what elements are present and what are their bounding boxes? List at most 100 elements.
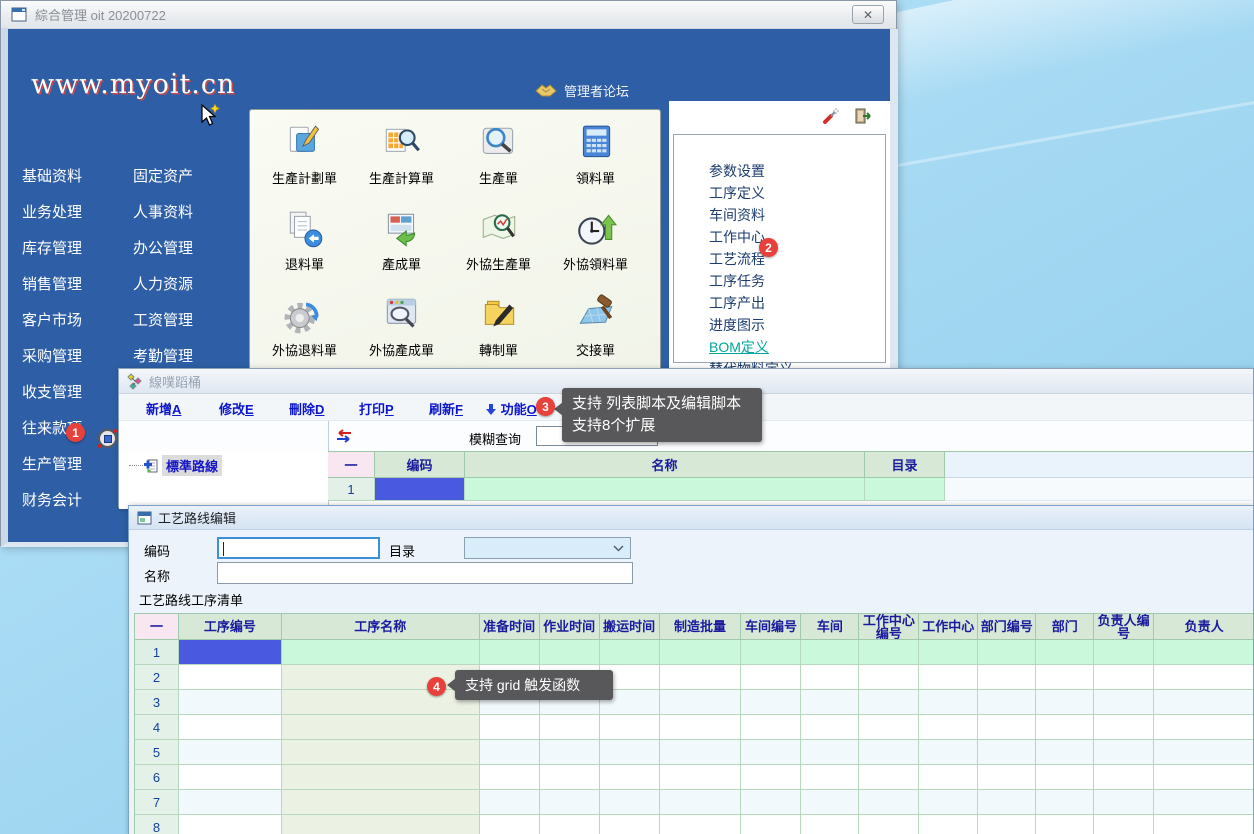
tile-production-plan[interactable]: 生產計劃單 [256,122,353,208]
grid-cell[interactable] [859,690,919,715]
grid-cell[interactable] [179,790,282,815]
grid-cell[interactable] [600,765,660,790]
grid-cell[interactable] [859,740,919,765]
grid-cell[interactable] [540,790,600,815]
column-header-operation-name[interactable]: 工序名称 [282,614,480,640]
sidebar-item-production[interactable]: 生产管理 [22,455,82,491]
column-header-index[interactable]: 一 [135,614,179,640]
grid-cell[interactable] [179,815,282,834]
grid-cell[interactable] [282,740,480,765]
grid-cell[interactable] [282,690,480,715]
grid-cell[interactable] [480,740,540,765]
grid-cell[interactable] [179,765,282,790]
grid-cell[interactable] [540,715,600,740]
grid-cell[interactable] [1154,715,1254,740]
grid-cell[interactable] [480,790,540,815]
grid-cell[interactable] [801,640,859,665]
dock-handle-button[interactable] [98,429,117,448]
grid-cell[interactable] [1154,665,1254,690]
grid-cell[interactable] [865,478,945,501]
grid-cell[interactable] [919,740,978,765]
tile-product-completion[interactable]: 產成單 [353,208,450,294]
grid-cell[interactable] [1094,790,1154,815]
row-number-cell[interactable]: 8 [135,815,179,834]
grid-cell[interactable] [282,765,480,790]
grid-cell[interactable] [801,690,859,715]
column-header-transport-time[interactable]: 搬运时间 [600,614,660,640]
grid-cell[interactable] [540,815,600,834]
grid-cell[interactable] [1154,815,1254,834]
grid-cell[interactable] [919,640,978,665]
grid-cell[interactable] [600,640,660,665]
sidebar-item-customer-market[interactable]: 客户市场 [22,311,82,347]
row-number-cell[interactable]: 7 [135,790,179,815]
column-header-directory[interactable]: 目录 [865,452,945,478]
sidebar-item-basic-data[interactable]: 基础资料 [22,167,82,203]
grid-cell[interactable] [1094,640,1154,665]
grid-cell[interactable] [859,815,919,834]
grid-cell[interactable] [978,665,1036,690]
name-input[interactable] [217,562,633,584]
grid-cell[interactable] [978,640,1036,665]
grid-cell[interactable] [600,790,660,815]
grid-cell[interactable] [282,815,480,834]
grid-cell[interactable] [660,690,742,715]
grid-cell[interactable] [1094,815,1154,834]
column-header-work-time[interactable]: 作业时间 [540,614,600,640]
grid-cell[interactable] [282,790,480,815]
grid-cell[interactable] [480,715,540,740]
tile-outsource-requisition[interactable]: 外協領料單 [547,208,644,294]
grid-cell[interactable] [978,690,1036,715]
row-number-cell[interactable]: 2 [135,665,179,690]
sidebar-item-business[interactable]: 业务处理 [22,203,82,239]
toolbar-delete-button[interactable]: 刪除D [289,399,324,418]
grid-cell[interactable] [741,640,801,665]
grid-cell[interactable] [1094,765,1154,790]
grid-cell[interactable] [1094,740,1154,765]
grid-cell[interactable] [1154,765,1254,790]
grid-cell[interactable] [1154,740,1254,765]
tile-material-return[interactable]: 退料單 [256,208,353,294]
menu-item-bom-definition[interactable]: BOM定义 [709,337,793,359]
grid-cell[interactable] [919,765,978,790]
sidebar-item-human-resources[interactable]: 人力资源 [133,275,193,311]
grid-cell[interactable] [801,740,859,765]
column-header-workcenter[interactable]: 工作中心 [919,614,978,640]
tile-outsource-production[interactable]: 外協生產單 [450,208,547,294]
column-header-workshop[interactable]: 车间 [801,614,859,640]
grid-cell[interactable] [179,740,282,765]
grid-cell[interactable] [741,815,801,834]
sidebar-item-fixed-assets[interactable]: 固定资产 [133,167,193,203]
menu-item-workshop-data[interactable]: 车间资料 [709,205,793,227]
swap-arrows-icon[interactable] [334,429,354,443]
tile-material-requisition[interactable]: 領料單 [547,122,644,208]
grid-cell[interactable] [480,815,540,834]
grid-cell[interactable] [1094,690,1154,715]
grid-cell[interactable] [540,740,600,765]
row-number-cell[interactable]: 5 [135,740,179,765]
menu-item-operation-definition[interactable]: 工序定义 [709,183,793,205]
grid-cell[interactable] [919,715,978,740]
grid-cell[interactable] [741,665,801,690]
grid-cell[interactable] [282,640,480,665]
grid-cell[interactable] [741,715,801,740]
column-header-name[interactable]: 名称 [465,452,865,478]
grid-cell[interactable] [801,790,859,815]
grid-cell[interactable] [660,790,742,815]
grid-cell[interactable] [859,715,919,740]
grid-cell[interactable] [801,715,859,740]
grid-cell[interactable] [179,640,282,665]
grid-cell[interactable] [1154,640,1254,665]
sidebar-item-payroll[interactable]: 工资管理 [133,311,193,347]
grid-cell[interactable] [660,640,742,665]
grid-cell[interactable] [1036,690,1094,715]
grid-cell[interactable] [859,790,919,815]
grid-cell[interactable] [600,715,660,740]
grid-cell[interactable] [1036,715,1094,740]
sidebar-item-sales[interactable]: 销售管理 [22,275,82,311]
grid-cell[interactable] [859,765,919,790]
toolbar-function-button[interactable]: 功能O [485,399,537,418]
customize-tool-icon[interactable] [822,107,840,125]
column-header-code[interactable]: 编码 [375,452,465,478]
column-header-department-code[interactable]: 部门编号 [978,614,1036,640]
